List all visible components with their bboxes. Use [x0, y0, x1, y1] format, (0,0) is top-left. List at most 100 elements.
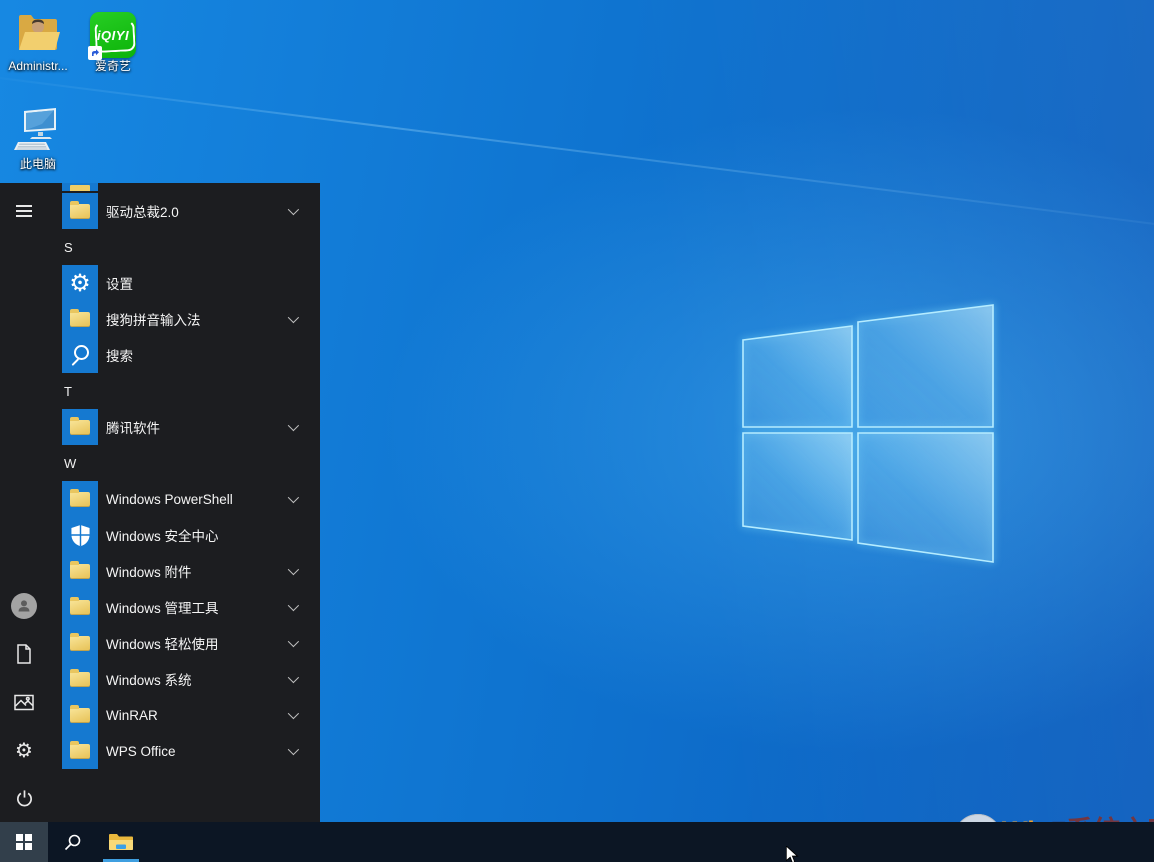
user-account-button[interactable]	[0, 586, 48, 626]
start-menu-item-windows-security[interactable]: Windows 安全中心	[0, 517, 320, 553]
start-menu-item-label: Windows 轻松使用	[106, 633, 219, 653]
app-tile	[62, 733, 98, 769]
start-menu-list: 驱动总裁2.0S⚙设置搜狗拼音输入法搜索T腾讯软件WWindows PowerS…	[0, 183, 320, 769]
desktop-screen: Administr... iQIYI 爱奇艺	[0, 0, 1154, 862]
start-menu-item-windows-ease-of-access[interactable]: Windows 轻松使用	[0, 625, 320, 661]
app-tile	[62, 337, 98, 373]
chevron-down-icon[interactable]	[288, 420, 299, 431]
search-icon	[69, 344, 91, 366]
clipped-tile	[62, 183, 98, 191]
start-menu-item-label: Windows PowerShell	[106, 492, 233, 507]
shield-icon	[70, 524, 91, 547]
app-tile	[62, 553, 98, 589]
start-menu-item-windows-powershell[interactable]: Windows PowerShell	[0, 481, 320, 517]
chevron-down-icon[interactable]	[288, 636, 299, 647]
windows-logo-icon	[16, 834, 33, 851]
settings-button[interactable]: ⚙	[0, 730, 48, 770]
folder-icon	[70, 204, 90, 219]
start-menu-item-label: WinRAR	[106, 708, 158, 723]
chevron-down-icon[interactable]	[288, 600, 299, 611]
start-menu-item-label: 设置	[106, 273, 133, 293]
pictures-button[interactable]	[0, 682, 48, 722]
folder-icon	[70, 312, 90, 327]
file-explorer-icon	[108, 832, 134, 852]
gear-icon: ⚙	[15, 740, 33, 760]
app-tile	[62, 517, 98, 553]
start-menu-item-search[interactable]: 搜索	[0, 337, 320, 373]
hamburger-icon	[16, 202, 32, 220]
chevron-down-icon[interactable]	[288, 672, 299, 683]
app-tile	[62, 661, 98, 697]
taskbar: 英 拼 10:02 2021/6/4 1	[0, 822, 1154, 862]
start-menu-item-label: Windows 系统	[106, 669, 192, 689]
start-menu-section-header: W	[0, 445, 320, 481]
start-menu: 驱动总裁2.0S⚙设置搜狗拼音输入法搜索T腾讯软件WWindows PowerS…	[0, 183, 320, 822]
start-menu-section-header: S	[0, 229, 320, 265]
expand-menu-button[interactable]	[0, 191, 48, 231]
folder-icon	[70, 492, 90, 507]
desktop-icon-iqiyi[interactable]: iQIYI 爱奇艺	[80, 6, 146, 73]
chevron-down-icon[interactable]	[288, 564, 299, 575]
user-folder-icon	[5, 6, 71, 58]
power-icon	[15, 789, 34, 808]
chevron-down-icon[interactable]	[288, 492, 299, 503]
start-menu-item-windows-system[interactable]: Windows 系统	[0, 661, 320, 697]
folder-icon	[70, 672, 90, 687]
start-menu-item-label: WPS Office	[106, 744, 176, 759]
power-button[interactable]	[0, 778, 48, 818]
start-menu-item-label: 腾讯软件	[106, 417, 160, 437]
start-menu-item-windows-admin-tools[interactable]: Windows 管理工具	[0, 589, 320, 625]
start-menu-item-label: 搜狗拼音输入法	[106, 309, 201, 329]
start-menu-item-label: 搜索	[106, 345, 133, 365]
desktop-icon-label: 爱奇艺	[80, 60, 146, 73]
wallpaper-windows-logo	[730, 295, 1010, 575]
start-menu-item-winrar[interactable]: WinRAR	[0, 697, 320, 733]
start-button[interactable]	[0, 822, 48, 862]
app-tile	[62, 625, 98, 661]
desktop-icon-administrator[interactable]: Administr...	[5, 6, 71, 73]
start-menu-item-tencent-software[interactable]: 腾讯软件	[0, 409, 320, 445]
start-menu-item-settings[interactable]: ⚙ 设置	[0, 265, 320, 301]
start-menu-rail: ⚙	[0, 183, 48, 822]
document-icon	[16, 644, 32, 664]
app-tile	[62, 301, 98, 337]
start-menu-item-sogou-pinyin[interactable]: 搜狗拼音输入法	[0, 301, 320, 337]
desktop-icon-label: Administr...	[5, 60, 71, 73]
taskbar-search-button[interactable]	[48, 822, 96, 862]
documents-button[interactable]	[0, 634, 48, 674]
folder-icon	[70, 708, 90, 723]
chevron-down-icon[interactable]	[288, 744, 299, 755]
start-menu-item-driver-genius[interactable]: 驱动总裁2.0	[0, 193, 320, 229]
pictures-icon	[14, 694, 34, 711]
app-tile	[62, 589, 98, 625]
start-menu-item-label: Windows 管理工具	[106, 597, 219, 617]
app-tile	[62, 481, 98, 517]
start-menu-item-label: 驱动总裁2.0	[106, 201, 179, 221]
iqiyi-app-icon: iQIYI	[90, 12, 136, 58]
folder-icon	[70, 564, 90, 579]
file-explorer-button[interactable]	[96, 822, 146, 862]
chevron-down-icon[interactable]	[288, 312, 299, 323]
search-icon	[64, 834, 81, 851]
start-menu-item-windows-accessories[interactable]: Windows 附件	[0, 553, 320, 589]
folder-icon	[70, 600, 90, 615]
desktop-icon-this-pc[interactable]: 此电脑	[5, 104, 71, 171]
folder-icon	[70, 744, 90, 759]
app-tile	[62, 409, 98, 445]
start-menu-item-wps-office[interactable]: WPS Office	[0, 733, 320, 769]
this-pc-icon	[5, 104, 71, 156]
chevron-down-icon[interactable]	[288, 708, 299, 719]
folder-icon	[70, 420, 90, 435]
mouse-cursor	[786, 846, 800, 862]
app-tile	[62, 697, 98, 733]
start-menu-item-label: Windows 附件	[106, 561, 192, 581]
gear-icon: ⚙	[69, 271, 91, 295]
shortcut-arrow-icon	[88, 46, 102, 60]
start-menu-item-label: Windows 安全中心	[106, 525, 219, 545]
app-tile: ⚙	[62, 265, 98, 301]
chevron-down-icon[interactable]	[288, 204, 299, 215]
user-avatar-icon	[11, 593, 37, 619]
app-tile	[62, 193, 98, 229]
desktop-icon-label: 此电脑	[5, 158, 71, 171]
folder-icon	[70, 636, 90, 651]
